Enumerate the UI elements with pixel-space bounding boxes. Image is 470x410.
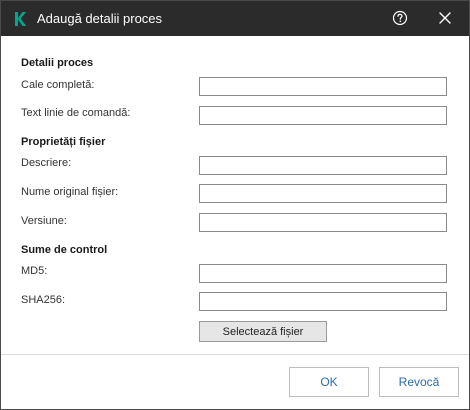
file-properties-heading: Proprietăți fișier xyxy=(21,136,106,148)
cancel-button[interactable]: Revocă xyxy=(379,367,459,397)
select-file-button[interactable]: Selectează fișier xyxy=(199,321,327,342)
description-label: Descriere: xyxy=(21,157,72,169)
sha256-input[interactable] xyxy=(199,292,447,311)
version-input[interactable] xyxy=(199,213,447,232)
original-file-name-input[interactable] xyxy=(199,184,447,203)
close-button[interactable] xyxy=(432,6,458,32)
full-path-input[interactable] xyxy=(199,77,447,96)
md5-input[interactable] xyxy=(199,264,447,283)
add-process-details-dialog: Adaugă detalii proces Detalii proces Cal… xyxy=(0,0,470,410)
process-details-heading: Detalii proces xyxy=(21,57,94,69)
description-input[interactable] xyxy=(199,156,447,175)
md5-label: MD5: xyxy=(21,265,48,277)
original-file-name-label: Nume original fișier: xyxy=(21,186,119,198)
kaspersky-logo-icon xyxy=(12,11,28,27)
checksums-heading: Sume de control xyxy=(21,244,108,256)
command-line-input[interactable] xyxy=(199,106,447,125)
help-button[interactable] xyxy=(387,6,413,32)
version-label: Versiune: xyxy=(21,215,67,227)
full-path-label: Cale completă: xyxy=(21,79,95,91)
help-circle-icon xyxy=(392,10,408,29)
footer-divider xyxy=(1,354,469,355)
close-icon xyxy=(438,11,452,28)
command-line-label: Text linie de comandă: xyxy=(21,107,131,119)
ok-button[interactable]: OK xyxy=(289,367,369,397)
title-bar: Adaugă detalii proces xyxy=(1,1,469,36)
dialog-title: Adaugă detalii proces xyxy=(37,11,163,26)
sha256-label: SHA256: xyxy=(21,294,66,306)
